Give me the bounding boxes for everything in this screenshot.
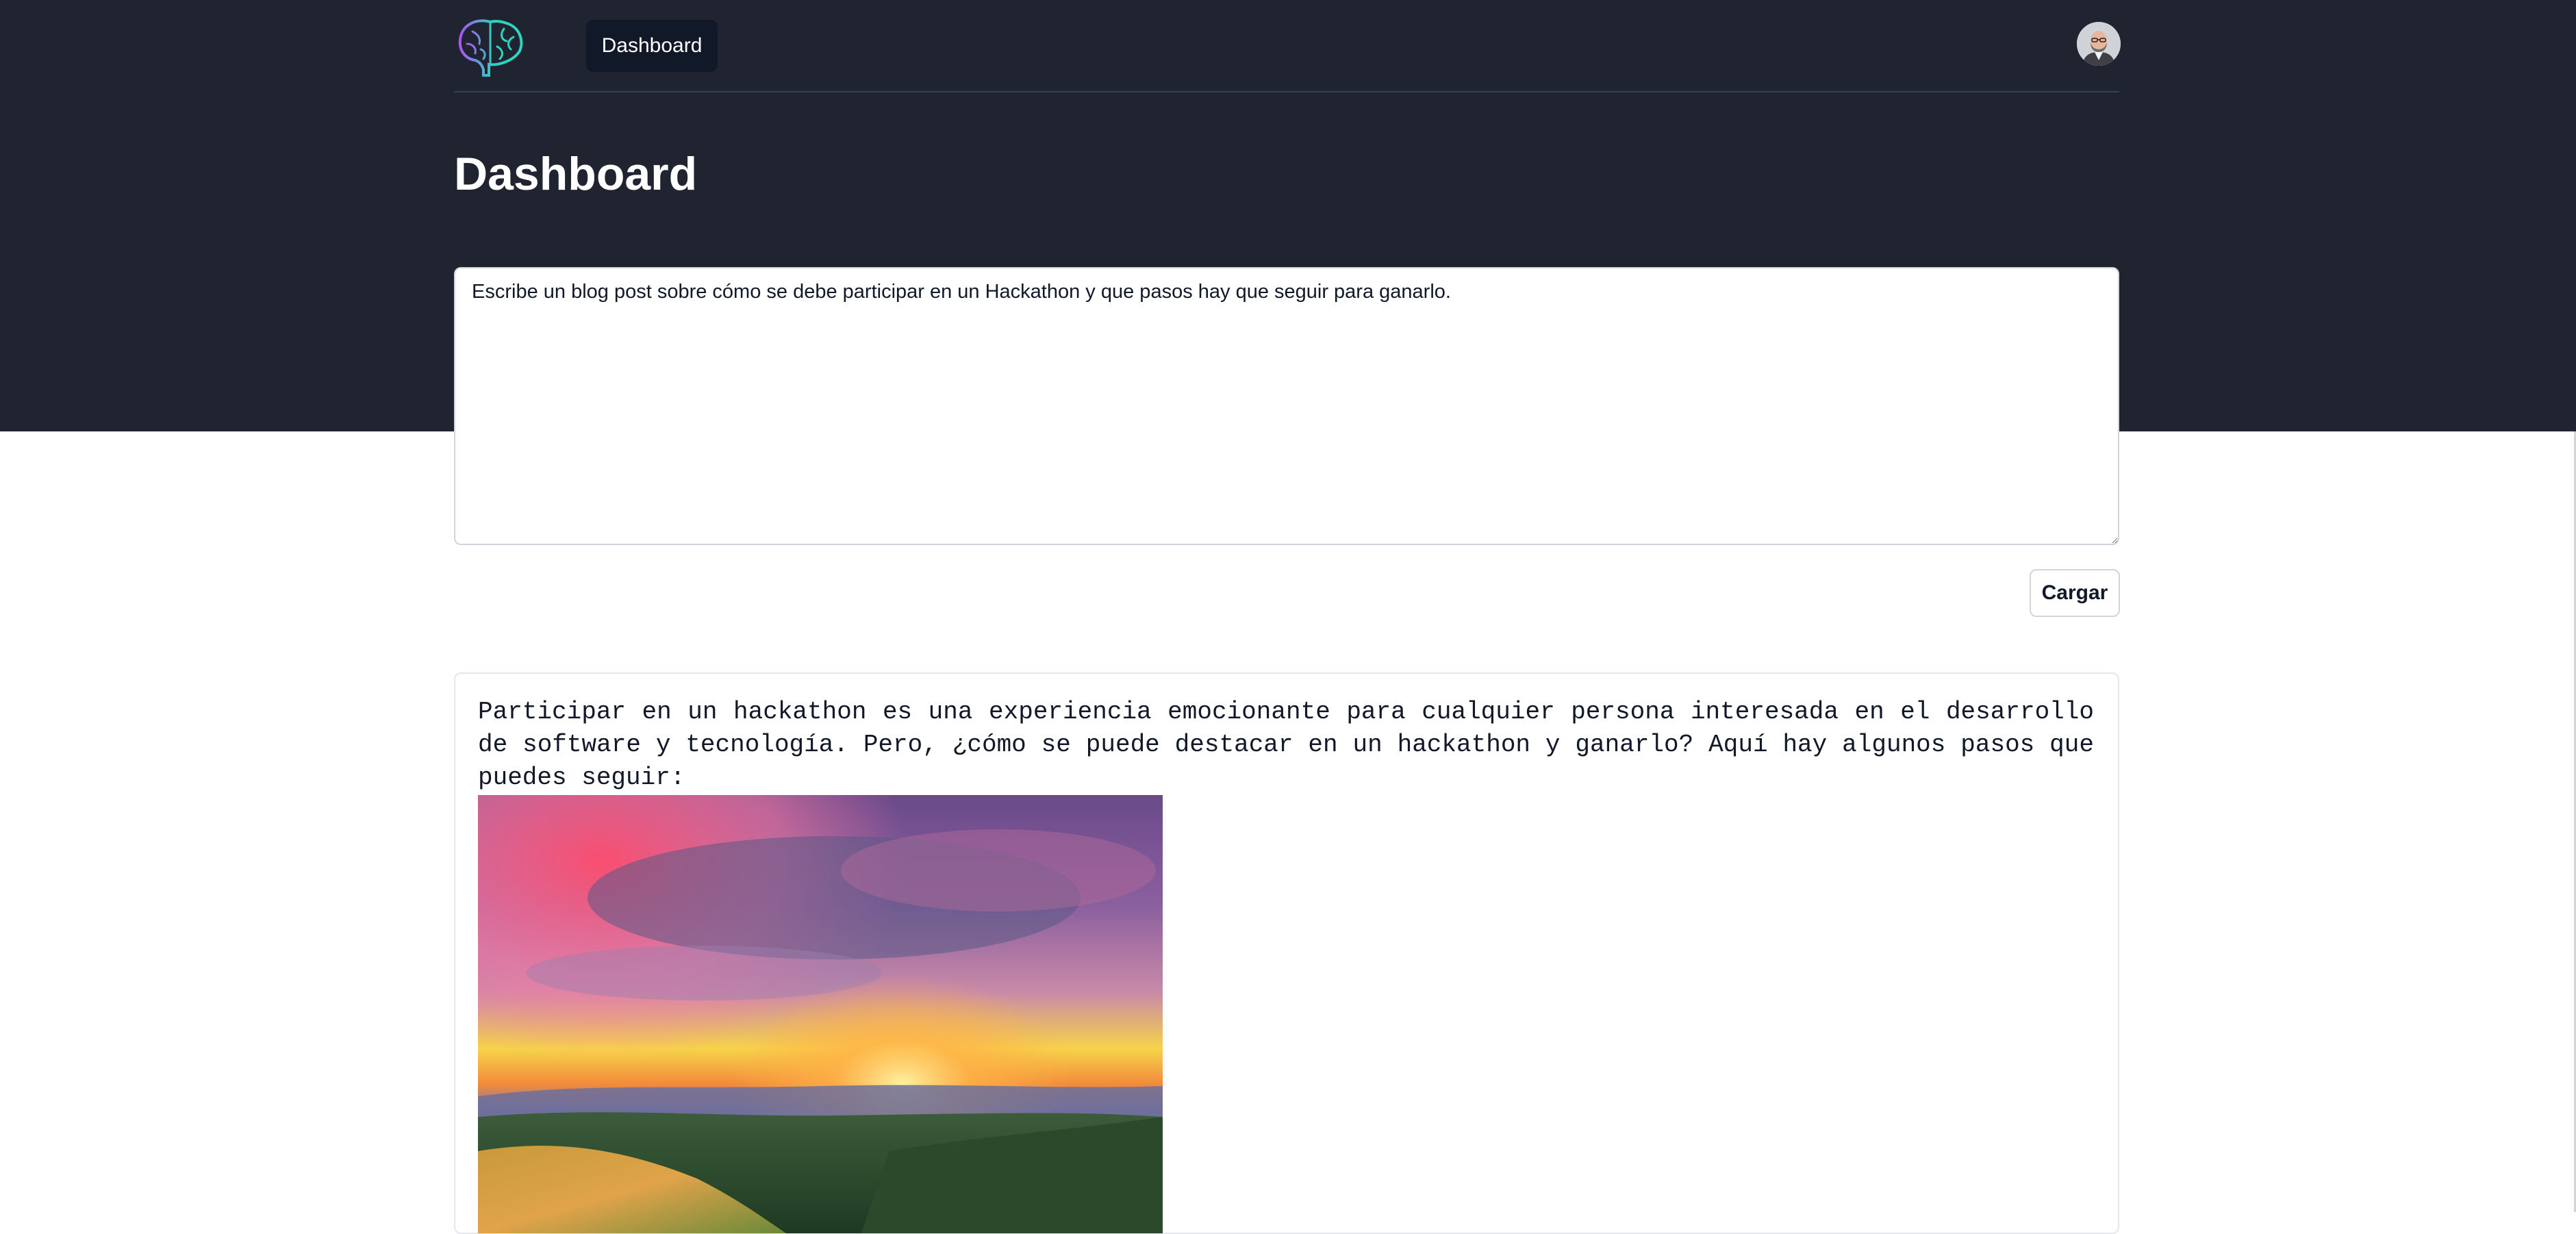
nav-item-dashboard[interactable]: Dashboard (586, 20, 718, 72)
result-card: Participar en un hackathon es una experi… (454, 672, 2119, 1234)
prompt-textarea[interactable]: Escribe un blog post sobre cómo se debe … (454, 267, 2119, 545)
result-text: Participar en un hackathon es una experi… (478, 698, 2094, 792)
top-navbar: Dashboard (454, 0, 2121, 92)
generated-image (478, 795, 1163, 1233)
brain-logo-icon[interactable] (456, 16, 525, 78)
load-button[interactable]: Cargar (2030, 569, 2120, 617)
page-title: Dashboard (454, 148, 698, 200)
user-avatar[interactable] (2077, 22, 2121, 66)
